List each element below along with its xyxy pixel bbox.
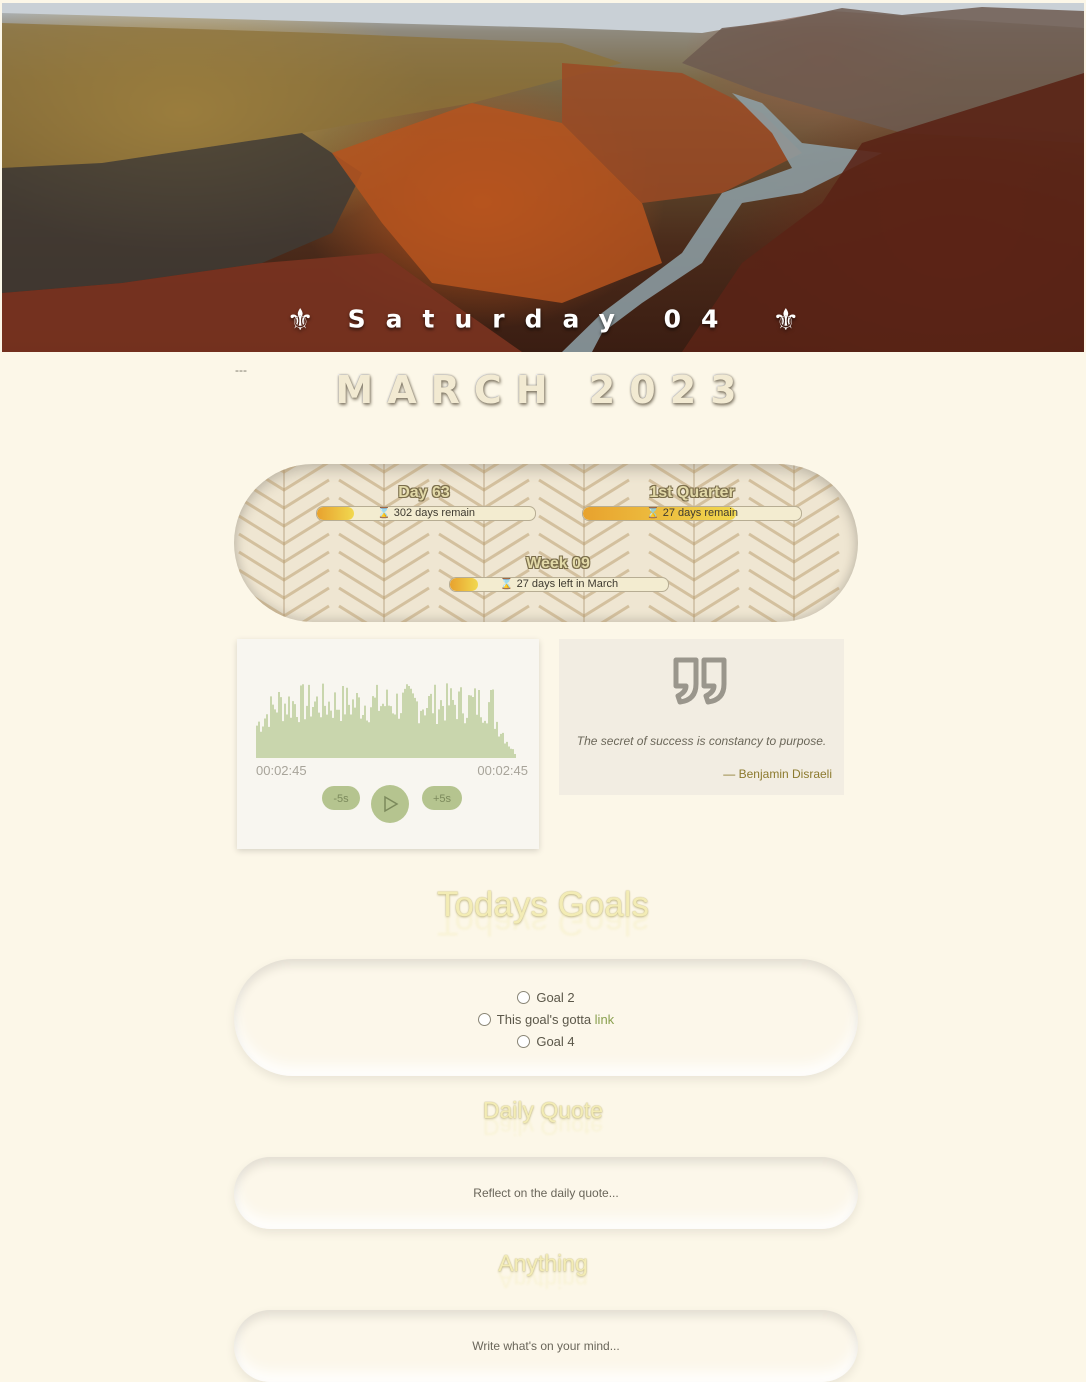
week-progress-bar: ⌛ 27 days left in March	[449, 577, 669, 592]
quote-card: The secret of success is constancy to pu…	[559, 639, 844, 795]
anything-title-reflection: Anything	[498, 1271, 588, 1293]
play-icon	[384, 795, 399, 813]
play-button[interactable]	[371, 785, 409, 823]
forward-5s-button[interactable]: +5s	[422, 786, 462, 810]
total-time: 00:02:45	[477, 763, 528, 778]
goal-checkbox[interactable]	[477, 1013, 491, 1026]
day-label: Saturday 04	[347, 304, 739, 334]
week-progress-label: 27 days left in March	[516, 578, 619, 590]
hourglass-icon: ⌛	[499, 578, 514, 590]
day-progress-title: Day 63	[398, 484, 450, 501]
month-title: MARCH 2023	[335, 368, 751, 412]
goal-checkbox[interactable]	[517, 991, 531, 1004]
waveform	[256, 683, 516, 758]
progress-capsule: Day 63 ⌛ 302 days remain 1st Quarter ⌛ 2…	[234, 464, 858, 622]
header-banner-image: ⚜ Saturday 04 ⚜	[2, 3, 1084, 352]
current-time: 00:02:45	[256, 763, 307, 778]
day-progress-label: 302 days remain	[393, 507, 476, 519]
goal-item[interactable]: This goal's gotta link	[234, 1009, 858, 1031]
quarter-progress-label: 27 days remain	[662, 507, 738, 519]
quote-author: — Benjamin Disraeli	[723, 767, 832, 781]
goal-item[interactable]: Goal 2	[234, 987, 858, 1009]
quote-icon	[673, 657, 727, 705]
goals-panel: Goal 2 This goal's gotta link Goal 4	[234, 959, 858, 1076]
rewind-5s-button[interactable]: -5s	[322, 786, 360, 810]
fleur-de-lis-icon: ⚜	[286, 303, 314, 338]
goal-item[interactable]: Goal 4	[234, 1031, 858, 1053]
goal-link[interactable]: link	[595, 1012, 615, 1027]
quarter-progress-title: 1st Quarter	[649, 484, 735, 501]
hourglass-icon: ⌛	[376, 507, 391, 519]
daily-quote-placeholder: Reflect on the daily quote...	[473, 1186, 619, 1200]
anything-placeholder: Write what's on your mind...	[472, 1339, 620, 1353]
goals-title-reflection: Todays Goals	[436, 912, 650, 942]
fleur-de-lis-icon: ⚜	[772, 303, 800, 338]
quarter-progress-bar: ⌛ 27 days remain	[582, 506, 802, 521]
quote-text: The secret of success is constancy to pu…	[576, 734, 827, 748]
week-progress-title: Week 09	[526, 555, 590, 572]
audio-player: 00:02:45 00:02:45 -5s +5s	[237, 639, 539, 849]
daily-quote-field[interactable]: Reflect on the daily quote...	[234, 1157, 858, 1229]
anything-field[interactable]: Write what's on your mind...	[234, 1310, 858, 1382]
date-heading: ⚜ Saturday 04 ⚜	[2, 303, 1084, 338]
day-progress-bar: ⌛ 302 days remain	[316, 506, 536, 521]
goal-list: Goal 2 This goal's gotta link Goal 4	[234, 987, 858, 1053]
hourglass-icon: ⌛	[646, 507, 660, 519]
daily-quote-title-reflection: Daily Quote	[482, 1118, 604, 1140]
goal-checkbox[interactable]	[517, 1035, 531, 1048]
